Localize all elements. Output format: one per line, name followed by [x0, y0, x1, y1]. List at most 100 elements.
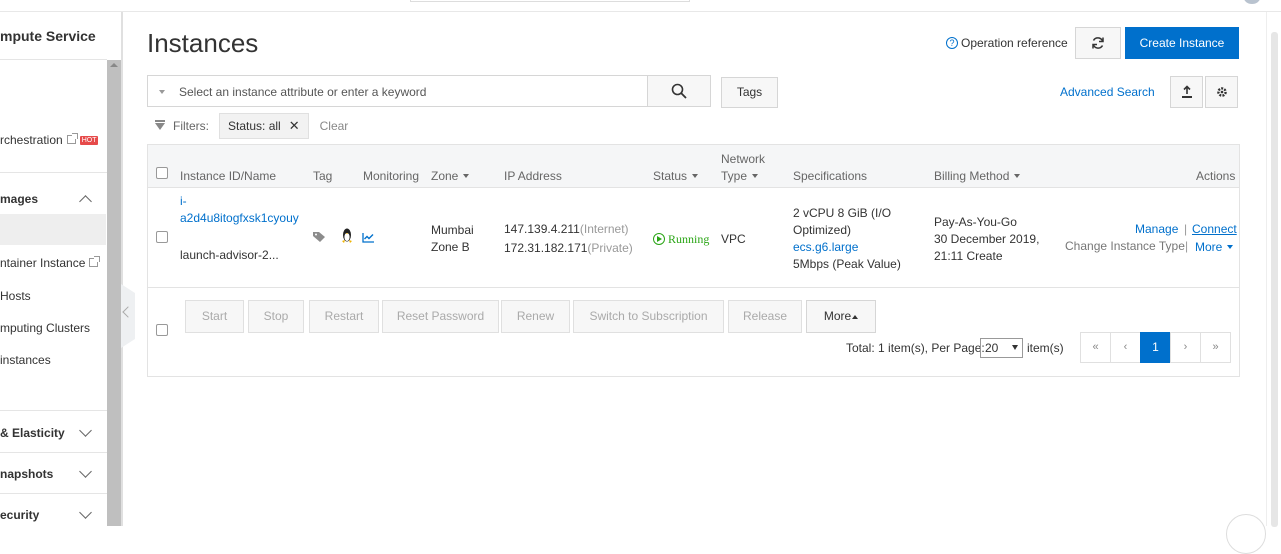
column-status[interactable]: Status	[653, 169, 699, 183]
chevron-down-icon[interactable]	[79, 506, 92, 519]
monitoring-icon[interactable]	[362, 232, 375, 243]
spec-bandwidth: 5Mbps (Peak Value)	[793, 257, 901, 271]
top-navigation-bar	[0, 0, 1281, 12]
gear-icon	[1216, 87, 1227, 97]
ip-public-value: 147.139.4.211	[504, 222, 580, 236]
manage-link[interactable]: Manage	[1135, 222, 1178, 236]
search-input[interactable]: Select an instance attribute or enter a …	[147, 75, 648, 107]
instance-type-link[interactable]: ecs.g6.large	[793, 240, 858, 254]
page-scrollbar[interactable]	[1266, 12, 1281, 527]
column-actions: Actions	[1196, 169, 1236, 183]
more-bulk-actions-button[interactable]: More	[806, 300, 876, 333]
sort-caret-icon	[692, 174, 699, 178]
status-badge: Running	[653, 232, 709, 247]
close-icon[interactable]: ✕	[289, 118, 300, 134]
sidebar-section-snapshots[interactable]: napshots	[0, 467, 53, 481]
more-actions-dropdown[interactable]: More	[1195, 240, 1234, 254]
last-page-button[interactable]: »	[1200, 332, 1231, 363]
sidebar-border	[121, 12, 123, 526]
column-billing-method[interactable]: Billing Method	[934, 169, 1021, 183]
sidebar-item-instances[interactable]: instances	[0, 353, 51, 367]
chevron-left-icon	[122, 306, 134, 318]
prev-page-button[interactable]: ‹	[1110, 332, 1141, 363]
release-button[interactable]: Release	[728, 300, 802, 333]
first-page-button[interactable]: «	[1080, 332, 1111, 363]
row-divider	[148, 287, 1239, 288]
sidebar-item-hosts[interactable]: Hosts	[0, 289, 31, 303]
table-header: Instance ID/Name Tag Monitoring Zone IP …	[148, 145, 1239, 188]
row-checkbox[interactable]	[156, 231, 168, 243]
stop-button[interactable]: Stop	[248, 300, 304, 333]
chevron-down-icon[interactable]	[79, 424, 92, 437]
scrollbar-thumb[interactable]	[1271, 32, 1278, 527]
sidebar-item-container-instance[interactable]: ntainer Instance	[0, 256, 101, 270]
column-network-type[interactable]: Type	[721, 169, 759, 183]
caret-down-icon	[1227, 245, 1234, 249]
billing-line2: 30 December 2019,	[934, 232, 1040, 246]
sidebar-divider	[0, 410, 107, 411]
renew-button[interactable]: Renew	[501, 300, 570, 333]
floating-help-button[interactable]	[1226, 514, 1266, 554]
next-page-button[interactable]: ›	[1170, 332, 1201, 363]
ip-public: 147.139.4.211(Internet)	[504, 222, 629, 236]
operation-reference-link[interactable]: ? Operation reference	[946, 36, 1068, 50]
sidebar-collapse-handle[interactable]	[121, 284, 135, 348]
per-page-select[interactable]: 20	[980, 338, 1023, 358]
network-type: VPC	[721, 232, 746, 246]
column-monitoring: Monitoring	[363, 169, 420, 183]
connect-link[interactable]: Connect	[1192, 222, 1237, 236]
linux-icon	[342, 228, 352, 243]
billing-line3: 21:11 Create	[934, 249, 1003, 263]
operation-reference-label: Operation reference	[961, 36, 1068, 50]
select-all-checkbox[interactable]	[156, 167, 168, 179]
sidebar-scrollbar[interactable]	[107, 60, 121, 526]
ip-private-label: (Private)	[587, 241, 633, 255]
sidebar-item-orchestration[interactable]: rchestration HOT	[0, 133, 99, 147]
export-button[interactable]	[1170, 76, 1203, 108]
tag-icon[interactable]	[312, 231, 328, 243]
column-zone[interactable]: Zone	[431, 169, 470, 183]
sidebar-item-computing-clusters[interactable]: mputing Clusters	[0, 321, 90, 335]
instance-id-link[interactable]: a2d4u8itogfxsk1cyouy	[180, 211, 299, 225]
create-instance-button[interactable]: Create Instance	[1125, 27, 1239, 59]
hot-badge: HOT	[79, 136, 99, 145]
start-button[interactable]: Start	[185, 300, 244, 333]
search-button[interactable]	[647, 75, 711, 107]
sidebar: mpute Service rchestration HOT mages ntai…	[0, 12, 107, 526]
sidebar-section-images[interactable]: mages	[0, 192, 38, 206]
sidebar-divider	[0, 172, 107, 173]
ip-public-label: (Internet)	[579, 222, 629, 236]
reset-password-button[interactable]: Reset Password	[382, 300, 499, 333]
search-icon	[671, 83, 687, 99]
pagination-total: Total: 1 item(s), Per Page:	[846, 341, 985, 355]
switch-to-subscription-button[interactable]: Switch to Subscription	[573, 300, 724, 333]
sidebar-item-label: ntainer Instance	[0, 256, 86, 270]
column-tag: Tag	[313, 169, 333, 183]
attribute-dropdown-caret-icon[interactable]	[159, 90, 165, 94]
clear-filters-link[interactable]: Clear	[320, 119, 349, 133]
sidebar-section-security[interactable]: ecurity	[0, 508, 39, 522]
more-actions-label: More	[1195, 240, 1223, 254]
global-search-input[interactable]	[410, 0, 690, 2]
zone-line1: Mumbai	[431, 223, 474, 237]
export-icon	[1181, 85, 1192, 98]
sidebar-selected-item[interactable]	[0, 214, 106, 245]
settings-button[interactable]	[1205, 76, 1238, 108]
chevron-up-icon[interactable]	[79, 195, 92, 208]
change-instance-type-link[interactable]: Change Instance Type	[1065, 239, 1185, 253]
user-avatar[interactable]	[1244, 0, 1260, 4]
bulk-select-checkbox[interactable]	[156, 324, 168, 336]
advanced-search-link[interactable]: Advanced Search	[1060, 85, 1155, 99]
refresh-button[interactable]	[1075, 27, 1121, 59]
sidebar-section-elasticity[interactable]: & Elasticity	[0, 426, 65, 440]
instance-id-link[interactable]: i-	[180, 194, 187, 208]
restart-button[interactable]: Restart	[309, 300, 379, 333]
chevron-down-icon[interactable]	[79, 465, 92, 478]
tags-button[interactable]: Tags	[721, 77, 778, 108]
spec-line2: Optimized)	[793, 223, 852, 237]
more-bulk-label: More	[823, 309, 852, 323]
page-1-button[interactable]: 1	[1140, 332, 1171, 363]
scroll-up-arrow-icon[interactable]	[110, 63, 118, 67]
column-billing-label: Billing Method	[934, 169, 1010, 183]
status-filter-chip[interactable]: Status: all ✕	[219, 113, 309, 139]
